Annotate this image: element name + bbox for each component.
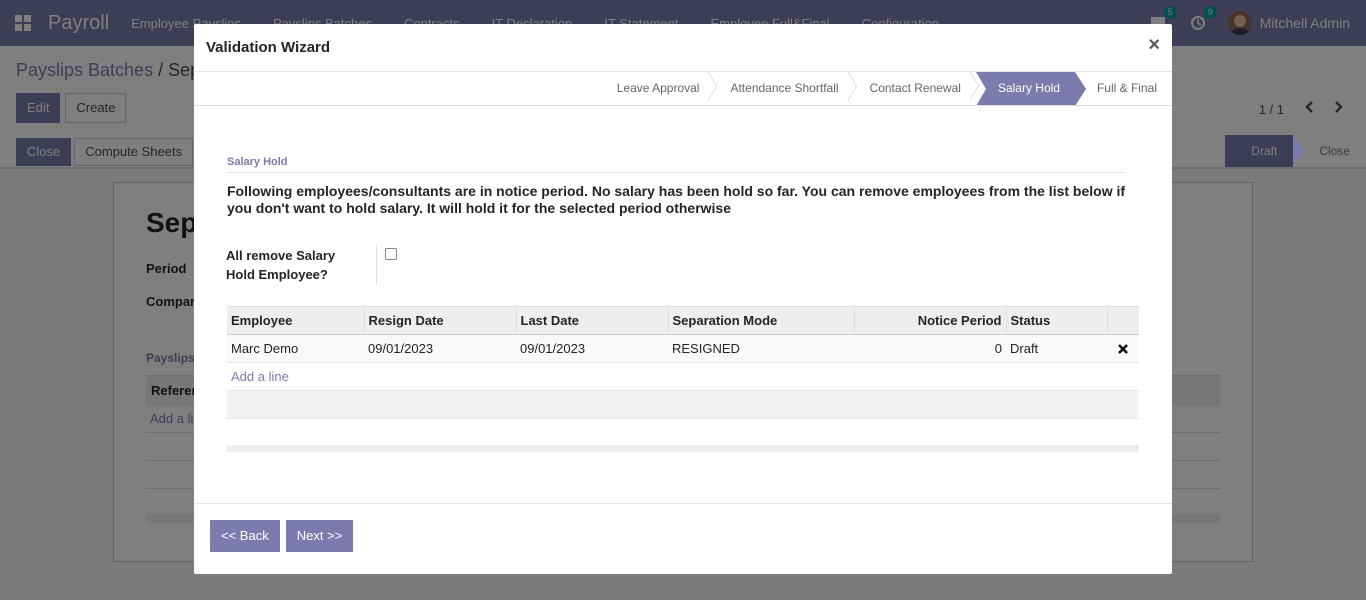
cell-separation-mode[interactable]: RESIGNED [668, 334, 854, 363]
cell-last-date[interactable]: 09/01/2023 [516, 334, 668, 363]
add-line-link[interactable]: Add a line [231, 369, 289, 384]
cell-notice-period[interactable]: 0 [854, 334, 1006, 363]
section-title: Salary Hold [227, 156, 288, 168]
horizontal-scrollbar[interactable] [227, 445, 1139, 452]
back-button[interactable]: << Back [210, 520, 280, 552]
table-row[interactable]: Marc Demo 09/01/2023 09/01/2023 RESIGNED… [227, 334, 1139, 363]
salary-hold-table: Employee Resign Date Last Date Separatio… [227, 306, 1139, 419]
col-notice-period[interactable]: Notice Period [853, 306, 1006, 335]
modal-footer: << Back Next >> [194, 503, 1172, 574]
col-status[interactable]: Status [1005, 306, 1107, 335]
wizard-steps: Leave Approval Attendance Shortfall Cont… [194, 72, 1172, 106]
cell-status[interactable]: Draft [1006, 334, 1107, 363]
cell-resign-date[interactable]: 09/01/2023 [364, 334, 516, 363]
notice-message: Following employees/consultants are in n… [227, 183, 1126, 216]
field-separator [376, 245, 377, 284]
modal-header: Validation Wizard × [194, 24, 1172, 72]
step-leave-approval[interactable]: Leave Approval [601, 72, 715, 105]
step-label: Attendance Shortfall [730, 81, 839, 95]
step-label: Leave Approval [616, 81, 700, 95]
delete-row-icon[interactable] [1107, 334, 1139, 363]
step-label: Salary Hold [997, 81, 1060, 95]
step-salary-hold[interactable]: Salary Hold [975, 72, 1087, 106]
section-divider [227, 172, 1125, 173]
close-icon[interactable]: × [1148, 35, 1160, 55]
step-label: Contact Renewal [869, 81, 961, 95]
validation-wizard-dialog: Validation Wizard × Leave Approval Atten… [194, 24, 1172, 574]
step-full-final[interactable]: Full & Final [1075, 72, 1172, 105]
remove-salary-hold-label: All remove Salary Hold Employee? [226, 248, 336, 282]
col-employee[interactable]: Employee [227, 306, 364, 335]
next-button[interactable]: Next >> [285, 520, 354, 552]
step-contact-renewal[interactable]: Contact Renewal [854, 72, 976, 105]
col-separation-mode[interactable]: Separation Mode [667, 306, 854, 335]
cell-employee[interactable]: Marc Demo [227, 334, 364, 363]
remove-salary-hold-checkbox[interactable] [385, 248, 397, 260]
modal-title: Validation Wizard [206, 39, 331, 56]
step-attendance-shortfall[interactable]: Attendance Shortfall [714, 72, 853, 105]
col-actions [1106, 306, 1139, 335]
empty-row [227, 390, 1139, 419]
col-last-date[interactable]: Last Date [515, 306, 668, 335]
step-label: Full & Final [1096, 81, 1157, 95]
add-line-row: Add a line [227, 362, 1139, 391]
col-resign-date[interactable]: Resign Date [363, 306, 516, 335]
